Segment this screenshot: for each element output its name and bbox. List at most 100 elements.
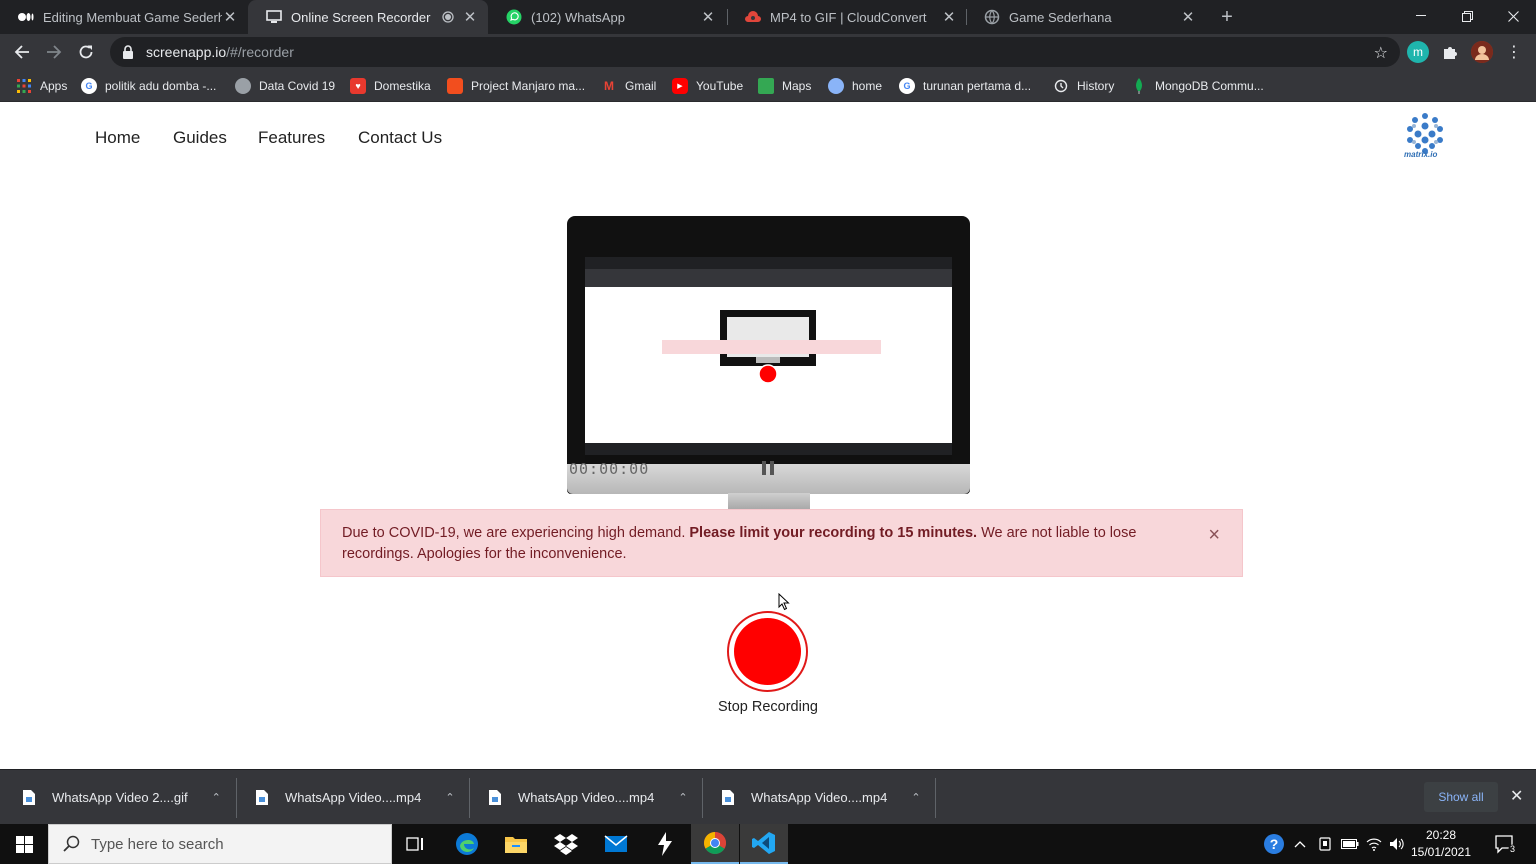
download-separator [469,778,470,818]
download-filename: WhatsApp Video 2....gif [52,790,188,805]
bookmark-data-covid[interactable]: Data Covid 19 [235,76,335,96]
close-shelf-icon[interactable]: ✕ [1510,786,1523,806]
show-all-downloads-button[interactable]: Show all [1424,782,1498,812]
bookmark-project-manjaro[interactable]: Project Manjaro ma... [447,76,585,96]
bookmark-label: politik adu domba -... [105,79,217,93]
vscode-icon[interactable] [740,824,788,864]
mail-icon[interactable] [592,824,640,864]
chevron-up-icon[interactable]: ⌃ [678,791,687,804]
tab-editing-game[interactable]: Editing Membuat Game Sederhana ✕ [0,0,248,34]
wifi-icon[interactable] [1366,824,1382,864]
download-filename: WhatsApp Video....mp4 [751,790,888,805]
download-item[interactable]: WhatsApp Video....mp4 ⌃ [721,770,921,825]
windows-start-icon[interactable] [0,824,48,864]
action-center-icon[interactable]: 3 [1494,824,1518,864]
nav-guides[interactable]: Guides [173,128,227,148]
volume-icon[interactable] [1389,824,1405,864]
recording-preview-screen [585,257,952,467]
tab-close-icon[interactable]: ✕ [700,9,716,26]
bolt-app-icon[interactable] [641,824,689,864]
bookmark-label: Data Covid 19 [259,79,336,93]
alert-close-icon[interactable]: × [1208,525,1220,545]
help-icon[interactable]: ? [1263,824,1285,864]
apps-grid-icon [16,78,32,94]
bookmark-turunan-pertama[interactable]: G turunan pertama d... [899,76,1031,96]
minimize-icon[interactable] [1398,0,1444,32]
tab-close-icon[interactable]: ✕ [941,9,957,26]
dropbox-icon[interactable] [542,824,590,864]
chevron-up-icon[interactable]: ⌃ [911,791,920,804]
back-icon[interactable] [8,38,36,66]
nav-home[interactable]: Home [95,128,140,148]
tab-whatsapp[interactable]: (102) WhatsApp ✕ [488,0,726,34]
bookmark-star-icon[interactable]: ☆ [1374,43,1388,63]
covid-demand-alert: Due to COVID-19, we are experiencing hig… [320,509,1243,577]
tab-close-icon[interactable]: ✕ [462,9,478,26]
tab-cloudconvert[interactable]: MP4 to GIF | CloudConvert ✕ [727,0,967,34]
address-bar[interactable]: screenapp.io/#/recorder ☆ [110,37,1400,67]
task-view-icon[interactable] [392,824,440,864]
bookmark-maps[interactable]: Maps [758,76,811,96]
profile-avatar[interactable] [1471,41,1493,63]
chevron-up-icon[interactable]: ⌃ [445,791,454,804]
bookmark-home[interactable]: home [828,76,882,96]
chevron-up-icon[interactable] [1294,824,1306,864]
bookmark-history[interactable]: History [1053,76,1114,96]
gmail-icon: M [604,79,614,93]
download-item[interactable]: WhatsApp Video 2....gif ⌃ [22,770,221,825]
extensions-puzzle-icon[interactable] [1439,41,1461,63]
device-icon[interactable] [1318,824,1332,864]
chrome-icon[interactable] [691,824,739,864]
google-icon: G [81,78,97,94]
recording-timer: 00:00:00 [569,460,650,478]
notification-count: 3 [1510,844,1516,854]
bookmark-gmail[interactable]: M Gmail [601,76,656,96]
window-close-icon[interactable] [1490,0,1536,32]
recording-indicator-icon [440,9,456,25]
reload-icon[interactable] [72,38,100,66]
bookmark-mongodb[interactable]: MongoDB Commu... [1131,76,1264,96]
download-shelf: WhatsApp Video 2....gif ⌃ WhatsApp Video… [0,769,1536,824]
bookmark-domestika[interactable]: ♥ Domestika [350,76,431,96]
tab-game-sederhana[interactable]: Game Sederhana ✕ [966,0,1206,34]
url-host: screenapp.io [146,44,227,60]
whatsapp-icon [506,9,522,25]
bookmark-youtube[interactable]: ▶ YouTube [672,76,743,96]
battery-icon[interactable] [1341,824,1359,864]
file-explorer-icon[interactable] [492,824,540,864]
bookmark-politik[interactable]: G politik adu domba -... [81,76,216,96]
taskbar-search-input[interactable]: Type here to search [48,824,392,864]
mongodb-leaf-icon [1131,78,1147,94]
medium-icon [18,9,34,25]
tab-close-icon[interactable]: ✕ [222,9,238,26]
search-placeholder: Type here to search [91,835,224,853]
nav-features[interactable]: Features [258,128,325,148]
edge-icon[interactable] [443,824,491,864]
bookmark-label: Project Manjaro ma... [471,79,586,93]
restore-icon[interactable] [1444,0,1490,32]
extension-m-icon[interactable]: m [1407,41,1429,63]
bookmarks-bar: Apps G politik adu domba -... Data Covid… [0,70,1536,102]
tab-online-screen-recorder[interactable]: Online Screen Recorder ✕ [248,0,488,34]
forward-icon[interactable] [40,38,68,66]
preview-thumbnail-icon [585,257,952,467]
file-icon [23,790,35,805]
screenapp-page: Home Guides Features Contact Us matrix.i… [0,102,1536,769]
new-tab-icon[interactable]: + [1215,5,1239,29]
tab-close-icon[interactable]: ✕ [1180,9,1196,26]
file-icon [256,790,268,805]
download-item[interactable]: WhatsApp Video....mp4 ⌃ [488,770,688,825]
taskbar-clock[interactable]: 20:28 15/01/2021 [1408,827,1474,861]
bookmark-label: home [852,79,883,93]
figma-icon [447,78,463,94]
record-indicator[interactable] [734,618,801,685]
tab-title: Editing Membuat Game Sederhana [43,9,222,25]
nav-contact-us[interactable]: Contact Us [358,128,442,148]
pause-icon[interactable] [760,460,776,476]
bookmark-apps[interactable]: Apps [16,76,67,96]
chevron-up-icon[interactable]: ⌃ [212,791,221,804]
download-separator [236,778,237,818]
cloudconvert-icon [745,9,761,25]
chrome-menu-icon[interactable]: ⋮ [1503,41,1525,63]
download-item[interactable]: WhatsApp Video....mp4 ⌃ [255,770,455,825]
